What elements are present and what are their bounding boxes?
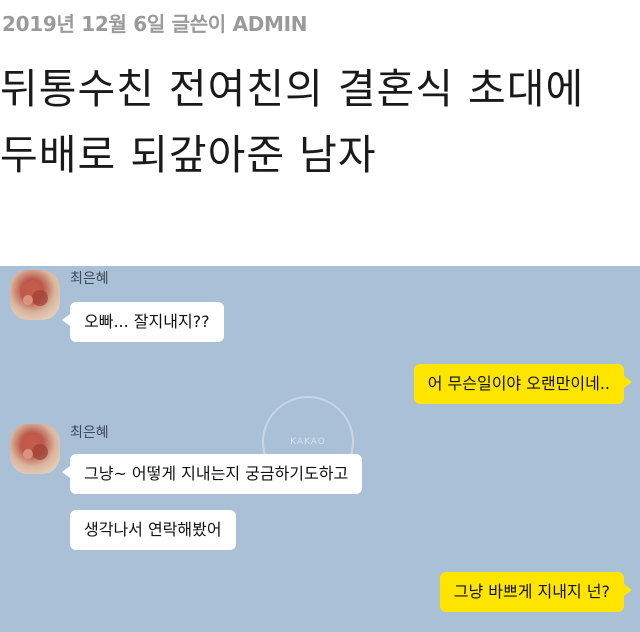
message-bubble-outgoing: 어 무슨일이야 오랜만이네.. [413,364,624,404]
bubble-tail [62,466,70,478]
sender-name: 최은혜 [70,271,109,287]
message-bubble-outgoing: 그냥 바쁘게 지내지 넌? [439,572,624,612]
bubble-tail [624,584,632,596]
sender-avatar [10,424,60,474]
avatar-photo-icon [20,434,48,460]
bubble-tail [62,314,70,326]
post-meta: 2019년 12월 6일 글쓴이 ADMIN [2,12,308,36]
sender-avatar [10,270,60,320]
article-page: 2019년 12월 6일 글쓴이 ADMIN 뒤통수친 전여친의 결혼식 초대에… [0,0,640,632]
message-bubble-incoming: 생각나서 연락해봤어 [70,510,236,550]
message-bubble-incoming: 그냥~ 어떻게 지내는지 궁금하기도하고 [70,454,363,494]
message-bubble-incoming: 오빠... 잘지내지?? [70,302,224,342]
bubble-tail [624,376,632,388]
avatar-photo-icon [20,280,48,306]
chat-screenshot: KAKAO 최은혜 오빠... 잘지내지?? 어 무슨일이야 오랜만이네.. 최… [0,266,640,632]
post-title: 뒤통수친 전여친의 결혼식 초대에 두배로 되갚아준 남자 [0,65,585,179]
sender-name: 최은혜 [70,425,109,441]
